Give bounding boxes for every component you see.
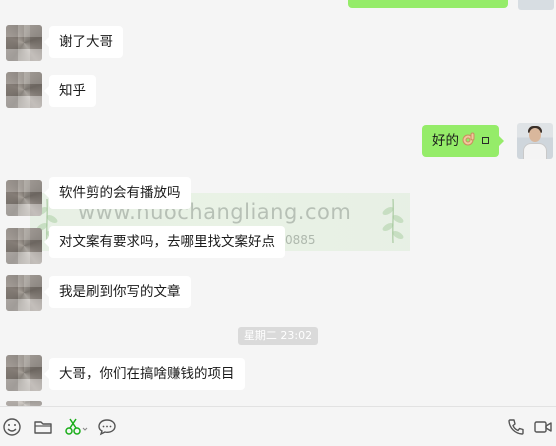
message-text: 我是刷到你写的文章 bbox=[59, 284, 181, 300]
video-call-icon[interactable] bbox=[533, 417, 553, 437]
message-bubble[interactable]: 大哥，你们在搞啥赚钱的项目 bbox=[44, 358, 245, 390]
avatar-self-partial[interactable] bbox=[518, 0, 554, 10]
leaf-icon bbox=[382, 198, 404, 244]
timestamp: 星期二 23:02 bbox=[238, 327, 318, 345]
emoji-icon[interactable] bbox=[2, 417, 22, 437]
message-text: 大哥，你们在搞啥赚钱的项目 bbox=[59, 366, 235, 382]
ok-hand-emoji-icon bbox=[462, 127, 476, 146]
missing-glyph-icon bbox=[482, 137, 489, 144]
message-text: 对文案有要求吗，去哪里找文案好点 bbox=[59, 234, 275, 250]
avatar-self[interactable] bbox=[517, 123, 553, 159]
message-text: 知乎 bbox=[59, 83, 86, 99]
message-text: 软件剪的会有播放吗 bbox=[59, 185, 181, 201]
scissors-icon[interactable] bbox=[64, 417, 88, 437]
message-bubble[interactable]: 谢了大哥 bbox=[44, 26, 123, 58]
phone-icon[interactable] bbox=[506, 417, 526, 437]
avatar[interactable] bbox=[6, 275, 42, 311]
watermark-number: 0885 bbox=[285, 233, 316, 247]
message-bubble-self[interactable]: 好的 bbox=[422, 125, 504, 157]
avatar[interactable] bbox=[6, 180, 42, 216]
avatar[interactable] bbox=[6, 25, 42, 61]
message-bubble[interactable]: 知乎 bbox=[44, 75, 96, 107]
chat-bubble-icon[interactable] bbox=[97, 417, 117, 437]
message-bubble-partial[interactable] bbox=[348, 0, 508, 8]
message-text: 谢了大哥 bbox=[59, 34, 113, 50]
avatar[interactable] bbox=[6, 355, 42, 391]
message-text: 好的 bbox=[432, 133, 459, 149]
folder-icon[interactable] bbox=[33, 417, 53, 437]
avatar[interactable] bbox=[6, 72, 42, 108]
message-bubble[interactable]: 软件剪的会有播放吗 bbox=[44, 177, 191, 209]
message-bubble[interactable]: 对文案有要求吗，去哪里找文案好点 bbox=[44, 226, 285, 258]
input-toolbar bbox=[0, 406, 556, 446]
avatar[interactable] bbox=[6, 228, 42, 264]
chat-area: 谢了大哥 知乎 好的 www.huochangliang.com 0885 软件… bbox=[0, 0, 556, 406]
message-bubble[interactable]: 我是刷到你写的文章 bbox=[44, 276, 191, 308]
